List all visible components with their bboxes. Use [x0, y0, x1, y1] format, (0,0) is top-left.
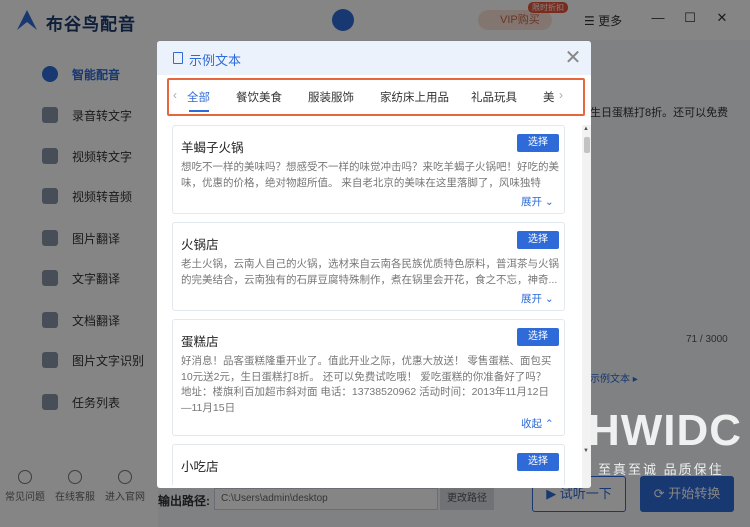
document-icon [173, 52, 183, 64]
card-title: 火锅店 [181, 238, 219, 252]
tab-beauty[interactable]: 美 [543, 89, 555, 105]
select-button[interactable]: 选择 [517, 134, 559, 152]
select-button[interactable]: 选择 [517, 453, 559, 471]
dialog-close-button[interactable]: ✕ [562, 45, 584, 70]
scroll-down-arrow-icon[interactable]: ▼ [583, 448, 589, 454]
scroll-up-arrow-icon[interactable]: ▲ [583, 126, 589, 132]
card-description: 好消息！品客蛋糕隆重开业了。值此开业之际，优惠大放送！ 零售蛋糕、面包买10元送… [181, 355, 552, 414]
card-description: 老土火锅，云南人自己的火锅，选材来自云南各民族优质特色原料，普洱茶与火锅的完美结… [181, 258, 559, 286]
watermark: HWIDC [588, 406, 743, 455]
tab-apparel[interactable]: 服装服饰 [308, 89, 354, 105]
sample-text-dialog: 示例文本 ✕ ‹ 全部 餐饮美食 服装服饰 家纺床上用品 礼品玩具 美 › 羊蝎… [157, 41, 591, 488]
tab-gifts-toys[interactable]: 礼品玩具 [471, 89, 517, 105]
dialog-title: 示例文本 [189, 53, 242, 68]
chevron-right-icon[interactable]: › [559, 88, 563, 102]
card-title: 羊蝎子火锅 [181, 141, 244, 155]
expand-toggle[interactable]: 展开 ⌄ [521, 291, 554, 306]
dialog-header: 示例文本 ✕ [157, 41, 591, 75]
tab-bedding[interactable]: 家纺床上用品 [380, 89, 449, 105]
select-button[interactable]: 选择 [517, 328, 559, 346]
category-tabs: ‹ 全部 餐饮美食 服装服饰 家纺床上用品 礼品玩具 美 › [167, 78, 585, 116]
list-item: 羊蝎子火锅 选择 想吃不一样的美味吗？想感受不一样的味觉冲击吗？来吃羊蝎子火锅吧… [172, 125, 565, 214]
list-item: 火锅店 选择 老土火锅，云南人自己的火锅，选材来自云南各民族优质特色原料，普洱茶… [172, 222, 565, 311]
chevron-left-icon[interactable]: ‹ [173, 88, 177, 102]
card-title: 蛋糕店 [181, 335, 219, 349]
active-tab-indicator [189, 110, 209, 112]
collapse-toggle[interactable]: 收起 ⌃ [521, 416, 554, 431]
scroll-thumb[interactable] [584, 137, 590, 153]
list-item: 小吃店 选择 [172, 444, 565, 485]
card-title: 小吃店 [181, 460, 219, 474]
scrollbar[interactable] [582, 125, 591, 488]
card-description: 想吃不一样的美味吗？想感受不一样的味觉冲击吗？来吃羊蝎子火锅吧！好吃的美味，优惠… [181, 161, 559, 189]
tab-food[interactable]: 餐饮美食 [236, 89, 282, 105]
expand-toggle[interactable]: 展开 ⌄ [521, 194, 554, 209]
tab-all[interactable]: 全部 [187, 89, 210, 105]
watermark-sub: 至真至诚 品质保住 [598, 462, 724, 477]
sample-list: 羊蝎子火锅 选择 想吃不一样的美味吗？想感受不一样的味觉冲击吗？来吃羊蝎子火锅吧… [172, 125, 572, 485]
list-item: 蛋糕店 选择 好消息！品客蛋糕隆重开业了。值此开业之际，优惠大放送！ 零售蛋糕、… [172, 319, 565, 436]
select-button[interactable]: 选择 [517, 231, 559, 249]
